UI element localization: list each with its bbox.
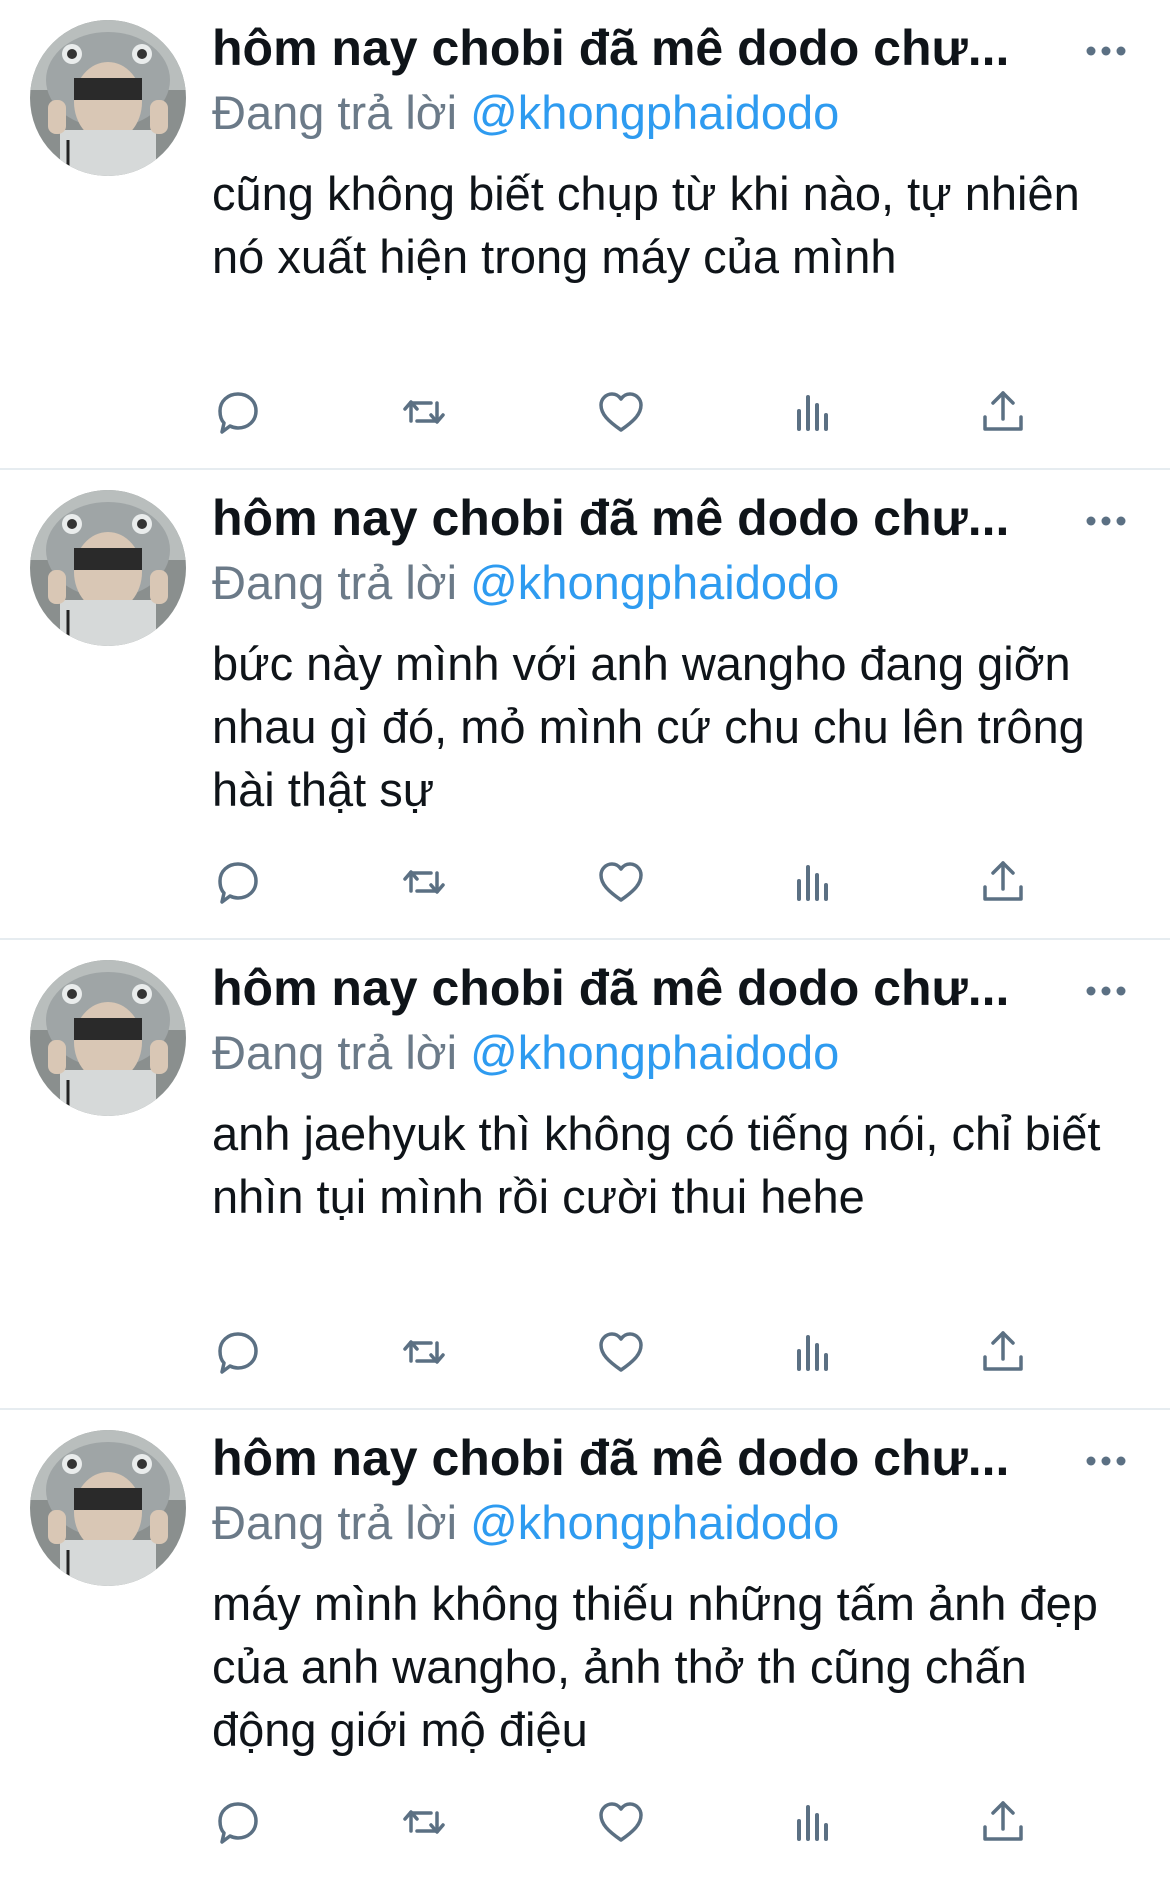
replying-to: Đang trả lời @khongphaidodo [212, 1493, 839, 1553]
reply-handle-link[interactable]: @khongphaidodo [470, 1496, 839, 1549]
action-bar [0, 1795, 1170, 1855]
author-name[interactable]: hôm nay chobi đã mê dodo chư... [212, 488, 1072, 548]
analytics-bars-icon[interactable] [786, 855, 840, 909]
author-name[interactable]: hôm nay chobi đã mê dodo chư... [212, 18, 1072, 78]
tweet[interactable]: hôm nay chobi đã mê dodo chư... Đang trả… [0, 940, 1170, 1410]
heart-icon[interactable] [594, 1325, 648, 1379]
heart-icon[interactable] [594, 385, 648, 439]
author-name[interactable]: hôm nay chobi đã mê dodo chư... [212, 958, 1072, 1018]
reply-bubble-icon[interactable] [210, 385, 264, 439]
avatar[interactable] [30, 20, 186, 176]
heart-icon[interactable] [594, 1795, 648, 1849]
replying-to-label: Đang trả lời [212, 86, 471, 139]
avatar[interactable] [30, 960, 186, 1116]
tweet[interactable]: hôm nay chobi đã mê dodo chư... Đang trả… [0, 1410, 1170, 1880]
tweet-text: cũng không biết chụp từ khi nào, tự nhiê… [212, 167, 1080, 283]
tweet-text: bức này mình với anh wangho đang giỡn nh… [212, 637, 1085, 816]
more-horizontal-icon[interactable] [1086, 1454, 1126, 1466]
replying-to-label: Đang trả lời [212, 1496, 471, 1549]
tweet-text: máy mình không thiếu những tấm ảnh đẹp c… [212, 1577, 1098, 1756]
analytics-bars-icon[interactable] [786, 1795, 840, 1849]
more-horizontal-icon[interactable] [1086, 514, 1126, 526]
action-bar [0, 1325, 1170, 1385]
share-upload-icon[interactable] [976, 855, 1030, 909]
more-horizontal-icon[interactable] [1086, 44, 1126, 56]
action-bar [0, 385, 1170, 445]
replying-to: Đang trả lời @khongphaidodo [212, 553, 839, 613]
reply-handle-link[interactable]: @khongphaidodo [470, 86, 839, 139]
replying-to: Đang trả lời @khongphaidodo [212, 1023, 839, 1083]
tweet[interactable]: hôm nay chobi đã mê dodo chư... Đang trả… [0, 0, 1170, 470]
reply-handle-link[interactable]: @khongphaidodo [470, 556, 839, 609]
replying-to: Đang trả lời @khongphaidodo [212, 83, 839, 143]
replying-to-label: Đang trả lời [212, 556, 471, 609]
retweet-icon[interactable] [397, 385, 451, 439]
more-horizontal-icon[interactable] [1086, 984, 1126, 996]
analytics-bars-icon[interactable] [786, 385, 840, 439]
author-name[interactable]: hôm nay chobi đã mê dodo chư... [212, 1428, 1072, 1488]
tweet-text: anh jaehyuk thì không có tiếng nói, chỉ … [212, 1107, 1101, 1223]
share-upload-icon[interactable] [976, 1325, 1030, 1379]
share-upload-icon[interactable] [976, 1795, 1030, 1849]
retweet-icon[interactable] [397, 855, 451, 909]
reply-handle-link[interactable]: @khongphaidodo [470, 1026, 839, 1079]
share-upload-icon[interactable] [976, 385, 1030, 439]
reply-bubble-icon[interactable] [210, 855, 264, 909]
replying-to-label: Đang trả lời [212, 1026, 471, 1079]
action-bar [0, 855, 1170, 915]
reply-bubble-icon[interactable] [210, 1795, 264, 1849]
retweet-icon[interactable] [397, 1795, 451, 1849]
analytics-bars-icon[interactable] [786, 1325, 840, 1379]
heart-icon[interactable] [594, 855, 648, 909]
tweet[interactable]: hôm nay chobi đã mê dodo chư... Đang trả… [0, 470, 1170, 940]
avatar[interactable] [30, 1430, 186, 1586]
retweet-icon[interactable] [397, 1325, 451, 1379]
reply-bubble-icon[interactable] [210, 1325, 264, 1379]
avatar[interactable] [30, 490, 186, 646]
